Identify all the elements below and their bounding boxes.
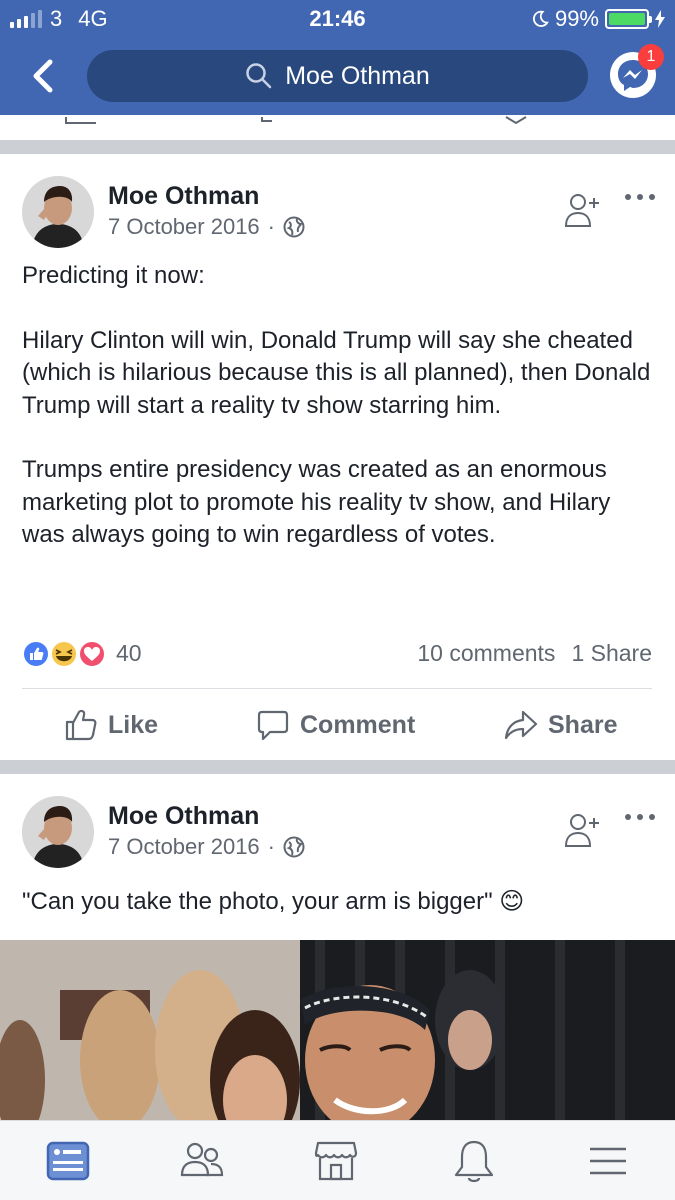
battery-percent: 99% xyxy=(554,6,599,31)
nav-bar: Moe Othman 1 xyxy=(0,40,675,115)
share-arrow-icon xyxy=(504,710,538,740)
reaction-icons xyxy=(22,640,106,668)
comment-icon xyxy=(257,710,289,741)
like-label: Like xyxy=(108,710,159,739)
post-paragraph: Trumps entire presidency was created as … xyxy=(22,456,611,548)
separator xyxy=(22,688,652,689)
post-paragraph: Hilary Clinton will win, Donald Trump wi… xyxy=(22,326,651,419)
search-input[interactable]: Moe Othman xyxy=(87,50,588,102)
back-button[interactable] xyxy=(26,56,60,96)
notifications-icon xyxy=(454,1140,494,1183)
avatar[interactable] xyxy=(22,796,94,868)
friends-icon xyxy=(180,1142,224,1177)
avatar[interactable] xyxy=(22,176,94,248)
add-friend-icon xyxy=(564,194,599,227)
post-meta: 7 October 2016 · xyxy=(108,214,305,240)
meta-separator: · xyxy=(267,834,275,859)
like-button[interactable]: Like xyxy=(64,700,158,750)
tab-menu[interactable] xyxy=(584,1137,632,1185)
more-options-button[interactable] xyxy=(622,810,658,824)
add-friend-button[interactable] xyxy=(560,810,602,850)
tab-bar xyxy=(0,1120,675,1200)
post-author[interactable]: Moe Othman xyxy=(108,802,259,831)
thumbs-up-icon xyxy=(65,709,97,741)
haha-reaction-icon xyxy=(50,640,78,668)
battery-icon xyxy=(605,9,652,29)
post-meta: 7 October 2016 · xyxy=(108,834,305,860)
search-icon xyxy=(246,63,272,89)
share-button[interactable]: Share xyxy=(504,700,617,750)
like-reaction-icon xyxy=(22,640,50,668)
tab-marketplace[interactable] xyxy=(312,1137,360,1185)
previous-post-actions xyxy=(0,115,675,140)
globe-icon xyxy=(283,836,305,858)
globe-icon xyxy=(283,216,305,238)
tab-news-feed[interactable] xyxy=(44,1137,92,1185)
more-options-button[interactable] xyxy=(622,190,658,204)
feed-post: Moe Othman 7 October 2016 · Predicting i… xyxy=(0,154,675,760)
news-feed-icon xyxy=(46,1141,90,1181)
love-reaction-icon xyxy=(78,640,106,668)
tab-notifications[interactable] xyxy=(450,1137,498,1185)
comments-count-link[interactable]: 10 comments xyxy=(417,640,555,667)
comment-button[interactable]: Comment xyxy=(256,700,415,750)
comment-label: Comment xyxy=(300,710,416,739)
feed-divider xyxy=(0,140,675,154)
post-paragraph: Predicting it now: xyxy=(22,262,205,289)
feed-divider xyxy=(0,760,675,774)
post-author[interactable]: Moe Othman xyxy=(108,182,259,211)
marketplace-icon xyxy=(314,1141,358,1181)
feed-post: Moe Othman 7 October 2016 · "Can you tak… xyxy=(0,774,675,1120)
add-friend-icon xyxy=(564,814,599,847)
post-body: Predicting it now: Hilary Clinton will w… xyxy=(22,260,652,552)
chevron-left-icon xyxy=(33,59,53,93)
moon-icon xyxy=(532,10,549,27)
search-text: Moe Othman xyxy=(285,61,430,90)
charging-icon xyxy=(655,10,665,28)
post-body: "Can you take the photo, your arm is big… xyxy=(22,888,525,915)
more-icon xyxy=(625,814,655,820)
more-icon xyxy=(625,194,655,200)
app-header: 3 4G 21:46 99% Moe Othman 1 xyxy=(0,0,675,115)
shares-count-link[interactable]: 1 Share xyxy=(571,640,652,667)
share-label: Share xyxy=(548,710,618,739)
messenger-badge: 1 xyxy=(638,44,664,70)
post-date[interactable]: 7 October 2016 xyxy=(108,214,260,240)
post-actions: Like Comment Share xyxy=(0,700,675,750)
add-friend-button[interactable] xyxy=(560,190,602,230)
reaction-count: 40 xyxy=(116,640,142,666)
meta-separator: · xyxy=(267,214,275,239)
post-date[interactable]: 7 October 2016 xyxy=(108,834,260,860)
action-icons-partial xyxy=(65,116,527,125)
reactions-summary[interactable]: 40 10 comments 1 Share xyxy=(22,638,652,670)
status-bar: 3 4G 21:46 99% xyxy=(0,0,675,36)
menu-icon xyxy=(590,1147,626,1175)
post-photo[interactable] xyxy=(0,940,675,1120)
tab-friends[interactable] xyxy=(178,1137,226,1185)
